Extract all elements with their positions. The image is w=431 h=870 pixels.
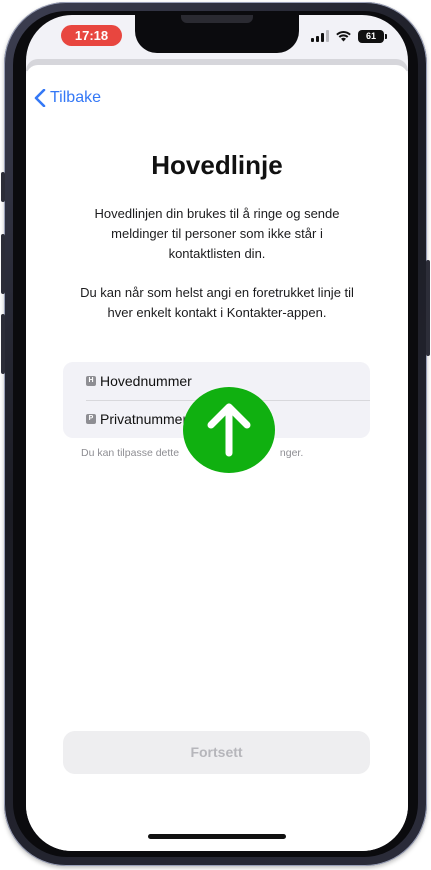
arrow-up-icon: [183, 387, 275, 473]
home-indicator[interactable]: [148, 834, 286, 839]
footnote-tail: nger.: [279, 447, 304, 459]
volume-down-button: [1, 314, 5, 374]
line-badge-icon: P: [86, 414, 96, 424]
power-button: [426, 260, 430, 356]
line-badge-icon: H: [86, 376, 96, 386]
action-button: [1, 172, 5, 202]
volume-up-button: [1, 234, 5, 294]
speaker-grille: [181, 15, 253, 23]
line-option-label: Hovednummer: [100, 373, 192, 389]
description-line: meldinger til personer som ikke står i: [111, 226, 323, 241]
info-line: Du kan når som helst angi en foretrukket…: [80, 285, 354, 300]
description-line: kontaktlisten din.: [168, 246, 266, 261]
back-label: Tilbake: [50, 89, 101, 106]
battery-icon: 61: [358, 29, 387, 43]
battery-level: 61: [365, 31, 376, 41]
signal-icon: [311, 30, 329, 42]
continue-button[interactable]: Fortsett: [63, 731, 370, 774]
status-icons: 61: [311, 28, 387, 44]
description: Hovedlinjen din brukes til å ringe og se…: [66, 204, 368, 264]
info-line: hver enkelt kontakt i Kontakter-appen.: [107, 305, 327, 320]
footnote-text: Du kan tilpasse dette: [81, 447, 180, 459]
wifi-icon: [336, 31, 351, 42]
status-time: 17:18: [61, 25, 122, 46]
chevron-left-icon: [34, 89, 46, 107]
status-bar: 17:18 61: [26, 15, 408, 59]
back-button[interactable]: Tilbake: [34, 87, 101, 109]
info-text: Du kan når som helst angi en foretrukket…: [66, 283, 368, 323]
page-title: Hovedlinje: [151, 150, 283, 180]
line-option-label: Privatnummer: [100, 411, 188, 427]
description-line: Hovedlinjen din brukes til å ringe og se…: [94, 206, 340, 221]
